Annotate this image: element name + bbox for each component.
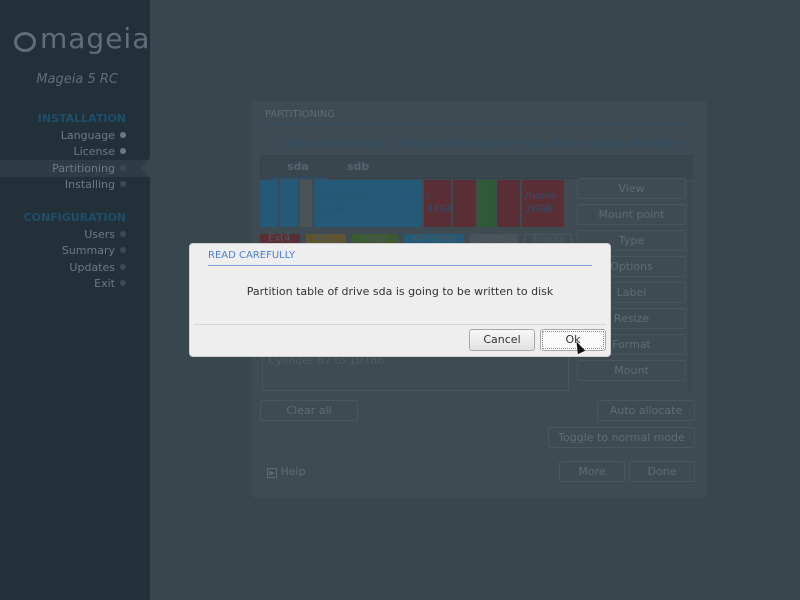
help-label: Help [280, 465, 306, 478]
step-dot-icon [120, 247, 126, 253]
dialog-title: READ CAREFULLY [208, 250, 296, 261]
partition-label: ... [263, 191, 273, 202]
expand-arrow-icon: ▶ [267, 468, 277, 478]
ok-button[interactable]: Ok [540, 329, 606, 351]
divider [265, 123, 689, 124]
partition-segment[interactable]: /media/win_c 82GB [314, 180, 422, 227]
sidebar-item-label: Updates [69, 261, 115, 274]
dialog-message: Partition table of drive sda is going to… [246, 285, 554, 298]
sidebar-item-label: License [73, 145, 115, 158]
section-configuration: CONFIGURATION [23, 211, 126, 224]
partition-segment[interactable]: ...... [280, 180, 298, 227]
divider [194, 324, 606, 325]
logo: mageia [40, 22, 151, 55]
tab-sda[interactable]: sda [269, 160, 327, 179]
mageia-logo-icon [14, 32, 36, 52]
sidebar-item-installing: Installing [0, 176, 150, 193]
help-button[interactable]: ▶ Help [267, 465, 306, 478]
panel-title: PARTITIONING [265, 109, 336, 120]
sidebar-item-label: Users [84, 228, 115, 241]
partition-bar: ............ /media/win_c 82GB / 14GB/home 26… [260, 180, 566, 227]
sidebar-item-label: Language [60, 129, 115, 142]
step-dot-icon [120, 181, 126, 187]
cancel-button[interactable]: Cancel [469, 329, 535, 351]
partition-size: 14GB [427, 204, 451, 215]
drive-tabs: sda sdb [260, 155, 693, 179]
step-dot-icon [120, 165, 126, 171]
sidebar-item-summary: Summary [0, 242, 150, 259]
partition-segment[interactable] [300, 180, 312, 227]
partition-segment[interactable] [453, 180, 476, 227]
sidebar-item-license: License [0, 143, 150, 160]
section-installation: INSTALLATION [37, 112, 126, 125]
sidebar-item-language: Language [0, 127, 150, 144]
partition-size: ... [263, 204, 273, 215]
partition-segment[interactable] [497, 180, 520, 227]
step-dot-icon [120, 132, 126, 138]
mount-button[interactable]: Mount [577, 360, 686, 381]
partition-size: 26GB [525, 204, 553, 215]
partition-segment[interactable]: / 14GB [424, 180, 451, 227]
partition-size: ... [283, 204, 293, 215]
sidebar-item-label: Exit [94, 277, 115, 290]
sidebar-item-updates: Updates [0, 259, 150, 276]
confirm-dialog: READ CAREFULLY Partition table of drive … [189, 243, 611, 357]
view-button[interactable]: View [577, 178, 686, 199]
sidebar-item-label: Partitioning [52, 162, 115, 175]
partition-label: /media/win_c [317, 191, 383, 202]
divider [208, 265, 592, 266]
sidebar-item-users: Users [0, 226, 150, 243]
clear-all-button[interactable]: Clear all [260, 400, 358, 421]
step-dot-icon [120, 280, 126, 286]
hint-text: Click on a partition, choose a filesyste… [275, 136, 684, 150]
sidebar: mageia Mageia 5 RC INSTALLATION Language… [0, 0, 150, 600]
step-dot-icon [120, 148, 126, 154]
sidebar-item-label: Installing [64, 178, 115, 191]
partition-segment[interactable]: ...... [260, 180, 278, 227]
partition-segment[interactable] [478, 180, 495, 227]
done-button[interactable]: Done [629, 461, 695, 482]
auto-allocate-button[interactable]: Auto allocate [597, 400, 695, 421]
more-button[interactable]: More [559, 461, 625, 482]
partition-segment[interactable]: /home 26GB [522, 180, 564, 227]
step-dot-icon [120, 231, 126, 237]
version-label: Mageia 5 RC [36, 72, 118, 87]
partition-label: / [427, 191, 431, 202]
step-dot-icon [120, 264, 126, 270]
mount-point-button[interactable]: Mount point [577, 204, 686, 225]
partition-label: /home [525, 191, 557, 202]
sidebar-item-partitioning: Partitioning [0, 158, 150, 178]
partition-info: Cylinder 67 to 10786 [262, 351, 569, 391]
partition-label: ... [283, 191, 293, 202]
sidebar-item-label: Summary [61, 244, 115, 257]
scrollbar[interactable] [688, 183, 692, 393]
sidebar-item-exit: Exit [0, 275, 150, 292]
partition-size: 82GB [317, 204, 345, 215]
tab-sdb[interactable]: sdb [347, 160, 369, 173]
toggle-mode-button[interactable]: Toggle to normal mode [548, 427, 695, 448]
